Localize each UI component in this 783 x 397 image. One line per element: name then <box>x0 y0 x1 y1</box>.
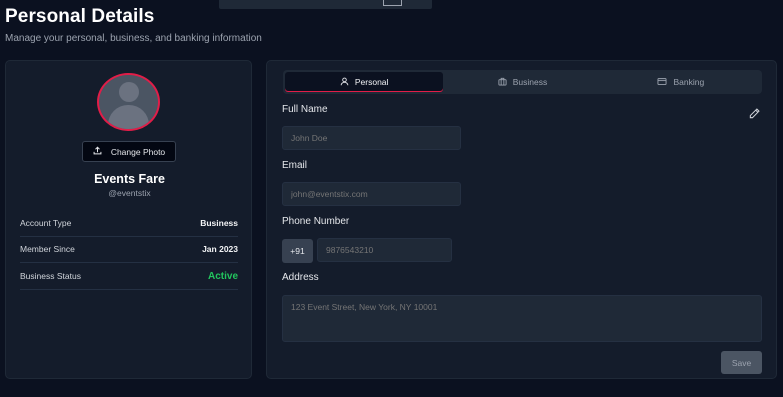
top-bar-fragment <box>219 0 432 9</box>
change-photo-button[interactable]: Change Photo <box>82 141 176 162</box>
tab-label: Business <box>512 77 548 87</box>
credit-card-icon <box>657 77 667 88</box>
address-label: Address <box>282 272 319 283</box>
avatar-body-shape <box>108 105 149 129</box>
details-card: Personal Business Banking Full Name Emai… <box>266 60 777 379</box>
page-title: Personal Details <box>5 6 155 27</box>
avatar-head-shape <box>119 82 139 102</box>
email-field[interactable] <box>282 182 461 206</box>
phone-input[interactable] <box>317 238 452 262</box>
tab-banking[interactable]: Banking <box>602 72 760 92</box>
tab-label: Personal <box>354 77 389 87</box>
profile-card: Change Photo Events Fare @eventstix Acco… <box>5 60 252 379</box>
tab-business[interactable]: Business <box>443 72 601 92</box>
tab-label: Banking <box>673 77 705 87</box>
avatar <box>97 73 160 131</box>
pencil-icon[interactable] <box>748 107 762 121</box>
info-value: Business <box>200 218 238 228</box>
address-textarea[interactable] <box>282 295 762 342</box>
info-row-account-type: Account Type Business <box>20 210 238 237</box>
phone-label: Phone Number <box>282 216 350 227</box>
info-label: Member Since <box>20 244 75 254</box>
info-row-member-since: Member Since Jan 2023 <box>20 236 238 263</box>
info-label: Business Status <box>20 271 81 281</box>
briefcase-icon <box>498 77 507 88</box>
save-button[interactable]: Save <box>721 351 762 374</box>
page-subtitle: Manage your personal, business, and bank… <box>5 33 262 44</box>
full-name-label: Full Name <box>282 104 328 115</box>
upload-icon <box>93 146 102 157</box>
full-name-input[interactable] <box>282 126 461 150</box>
country-code-select[interactable]: +91 <box>282 239 313 263</box>
tab-personal[interactable]: Personal <box>285 72 444 92</box>
info-value: Jan 2023 <box>202 244 238 254</box>
profile-name: Events Fare <box>94 172 165 186</box>
profile-handle: @eventstix <box>108 188 151 198</box>
window-control-icon <box>383 0 402 6</box>
change-photo-label: Change Photo <box>110 146 166 157</box>
user-icon <box>340 77 349 88</box>
email-label: Email <box>282 160 308 171</box>
status-badge: Active <box>207 270 238 282</box>
tab-bar: Personal Business Banking <box>283 70 762 94</box>
info-label: Account Type <box>20 218 72 228</box>
info-row-business-status: Business Status Active <box>20 263 238 290</box>
